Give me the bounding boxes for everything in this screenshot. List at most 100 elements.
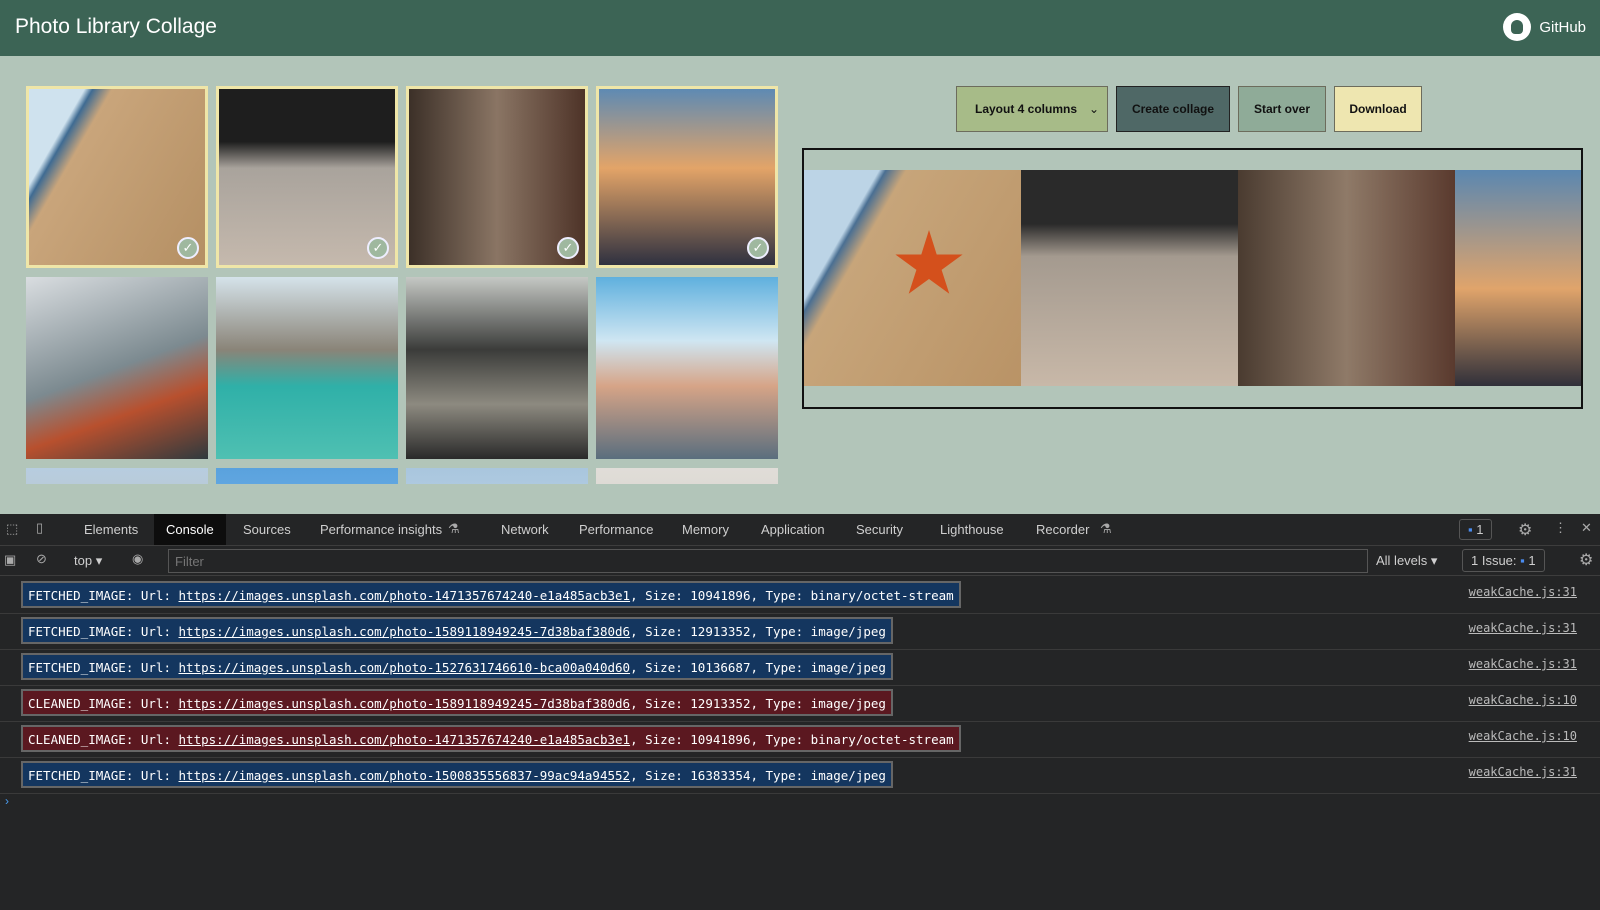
log-source-link[interactable]: weakCache.js:10 bbox=[1469, 729, 1577, 743]
log-source-link[interactable]: weakCache.js:31 bbox=[1469, 585, 1577, 599]
tab-console[interactable]: Console bbox=[154, 514, 226, 545]
layout-select[interactable]: Layout 4 columns ⌄ bbox=[956, 86, 1108, 132]
sidebar-toggle-icon[interactable]: ▣ bbox=[4, 552, 16, 568]
log-message: CLEANED_IMAGE: Url: https://images.unspl… bbox=[21, 689, 893, 716]
log-source-link[interactable]: weakCache.js:31 bbox=[1469, 621, 1577, 635]
device-toolbar-icon[interactable]: ▯ bbox=[36, 520, 43, 536]
log-prefix: FETCHED_IMAGE: Url: bbox=[28, 768, 179, 783]
checkmark-icon: ✓ bbox=[367, 237, 389, 259]
console-prompt-icon[interactable]: › bbox=[5, 794, 9, 808]
log-prefix: FETCHED_IMAGE: Url: bbox=[28, 660, 179, 675]
tab-recorder[interactable]: Recorder bbox=[1024, 514, 1101, 545]
collage-preview bbox=[802, 148, 1583, 409]
clear-console-icon[interactable]: ⊘ bbox=[36, 551, 47, 567]
log-details: , Size: 10136687, Type: image/jpeg bbox=[630, 660, 886, 675]
photo-thumbnail-sky[interactable] bbox=[216, 468, 398, 484]
tab-elements[interactable]: Elements bbox=[72, 514, 150, 545]
photo-thumbnail-clouds-wing[interactable]: ✓ bbox=[596, 86, 778, 268]
console-settings-gear-icon[interactable]: ⚙ bbox=[1579, 550, 1593, 570]
log-source-link[interactable]: weakCache.js:10 bbox=[1469, 693, 1577, 707]
live-expression-eye-icon[interactable]: ◉ bbox=[132, 551, 143, 567]
log-message: FETCHED_IMAGE: Url: https://images.unspl… bbox=[21, 653, 893, 680]
tab-performance-insights[interactable]: Performance insights bbox=[308, 514, 454, 545]
photo-thumbnail-beach[interactable] bbox=[26, 468, 208, 484]
more-options-icon[interactable]: ⋮ bbox=[1554, 520, 1567, 536]
collage-image-bicycle bbox=[1021, 170, 1238, 386]
log-url-link[interactable]: https://images.unsplash.com/photo-147135… bbox=[179, 732, 631, 747]
devtools-tab-bar: ⬚ ▯ Elements Console Sources Performance in… bbox=[0, 514, 1600, 546]
log-url-link[interactable]: https://images.unsplash.com/photo-150083… bbox=[179, 768, 631, 783]
console-log-row: FETCHED_IMAGE: Url: https://images.unspl… bbox=[0, 578, 1600, 614]
issues-button[interactable]: 1 Issue: ▪ 1 bbox=[1462, 549, 1545, 572]
log-levels-value: All levels bbox=[1376, 553, 1428, 568]
context-select[interactable]: top ▾ bbox=[74, 553, 102, 569]
tab-application[interactable]: Application bbox=[749, 514, 837, 545]
log-message: FETCHED_IMAGE: Url: https://images.unspl… bbox=[21, 617, 893, 644]
experimental-flask-icon: ⚗ bbox=[448, 521, 460, 536]
console-log-row: CLEANED_IMAGE: Url: https://images.unspl… bbox=[0, 722, 1600, 758]
collage-image-alley bbox=[1238, 170, 1455, 386]
collage-image-starfish bbox=[804, 170, 1021, 386]
checkmark-icon: ✓ bbox=[177, 237, 199, 259]
log-details: , Size: 10941896, Type: binary/octet-str… bbox=[630, 732, 954, 747]
tab-security[interactable]: Security bbox=[844, 514, 915, 545]
photo-thumbnail-lake-boat[interactable] bbox=[216, 277, 398, 459]
messages-count: 1 bbox=[1476, 522, 1484, 537]
log-url-link[interactable]: https://images.unsplash.com/photo-158911… bbox=[179, 696, 631, 711]
settings-gear-icon[interactable]: ⚙ bbox=[1518, 520, 1532, 540]
log-details: , Size: 10941896, Type: binary/octet-str… bbox=[630, 588, 954, 603]
photo-thumbnail-bridge[interactable] bbox=[406, 277, 588, 459]
app-header: Photo Library Collage GitHub bbox=[0, 0, 1600, 56]
log-details: , Size: 12913352, Type: image/jpeg bbox=[630, 696, 886, 711]
start-over-button[interactable]: Start over bbox=[1238, 86, 1326, 132]
log-url-link[interactable]: https://images.unsplash.com/photo-152763… bbox=[179, 660, 631, 675]
photo-thumbnail-alley[interactable]: ✓ bbox=[406, 86, 588, 268]
console-filter-input[interactable] bbox=[168, 549, 1368, 573]
experimental-flask-icon: ⚗ bbox=[1100, 521, 1112, 536]
log-prefix: FETCHED_IMAGE: Url: bbox=[28, 588, 179, 603]
tab-memory[interactable]: Memory bbox=[670, 514, 741, 545]
github-icon bbox=[1503, 13, 1532, 41]
download-button[interactable]: Download bbox=[1334, 86, 1422, 132]
tab-network[interactable]: Network bbox=[489, 514, 561, 545]
console-toolbar: ▣ ⊘ top ▾ ◉ All levels ▾ 1 Issue: ▪ 1 ⚙ bbox=[0, 546, 1600, 576]
create-collage-button[interactable]: Create collage bbox=[1116, 86, 1230, 132]
photo-thumbnail-starfish[interactable]: ✓ bbox=[26, 86, 208, 268]
photo-thumbnail-sand[interactable] bbox=[596, 468, 778, 484]
photo-thumbnail-sky2[interactable] bbox=[406, 468, 588, 484]
layout-select-value: Layout 4 columns bbox=[975, 102, 1078, 116]
tab-sources[interactable]: Sources bbox=[231, 514, 303, 545]
log-message: CLEANED_IMAGE: Url: https://images.unspl… bbox=[21, 725, 961, 752]
console-log-row: FETCHED_IMAGE: Url: https://images.unspl… bbox=[0, 758, 1600, 794]
photo-gallery: ✓ ✓ ✓ ✓ bbox=[26, 86, 778, 484]
checkmark-icon: ✓ bbox=[747, 237, 769, 259]
chevron-down-icon: ⌄ bbox=[1088, 102, 1099, 116]
github-label: GitHub bbox=[1539, 18, 1586, 36]
log-message: FETCHED_IMAGE: Url: https://images.unspl… bbox=[21, 761, 893, 788]
log-prefix: FETCHED_IMAGE: Url: bbox=[28, 624, 179, 639]
close-icon[interactable]: ✕ bbox=[1581, 520, 1592, 536]
log-source-link[interactable]: weakCache.js:31 bbox=[1469, 657, 1577, 671]
log-url-link[interactable]: https://images.unsplash.com/photo-158911… bbox=[179, 624, 631, 639]
github-link[interactable]: GitHub bbox=[1503, 13, 1586, 41]
messages-badge[interactable]: ▪ 1 bbox=[1459, 519, 1493, 540]
tab-lighthouse[interactable]: Lighthouse bbox=[928, 514, 1016, 545]
log-source-link[interactable]: weakCache.js:31 bbox=[1469, 765, 1577, 779]
log-levels-select[interactable]: All levels ▾ bbox=[1376, 553, 1437, 569]
photo-thumbnail-hiker-lake[interactable] bbox=[26, 277, 208, 459]
console-log-row: FETCHED_IMAGE: Url: https://images.unspl… bbox=[0, 650, 1600, 686]
devtools-panel: ⬚ ▯ Elements Console Sources Performance in… bbox=[0, 514, 1600, 910]
issues-label: 1 Issue: bbox=[1471, 553, 1517, 568]
context-value: top bbox=[74, 553, 93, 568]
log-details: , Size: 12913352, Type: image/jpeg bbox=[630, 624, 886, 639]
photo-thumbnail-bicycle[interactable]: ✓ bbox=[216, 86, 398, 268]
log-url-link[interactable]: https://images.unsplash.com/photo-147135… bbox=[179, 588, 631, 603]
log-prefix: CLEANED_IMAGE: Url: bbox=[28, 696, 179, 711]
log-details: , Size: 16383354, Type: image/jpeg bbox=[630, 768, 886, 783]
photo-thumbnail-venice[interactable] bbox=[596, 277, 778, 459]
tab-performance[interactable]: Performance bbox=[567, 514, 665, 545]
collage-image-clouds bbox=[1455, 170, 1581, 386]
console-log-row: CLEANED_IMAGE: Url: https://images.unspl… bbox=[0, 686, 1600, 722]
inspect-element-icon[interactable]: ⬚ bbox=[6, 521, 18, 537]
checkmark-icon: ✓ bbox=[557, 237, 579, 259]
